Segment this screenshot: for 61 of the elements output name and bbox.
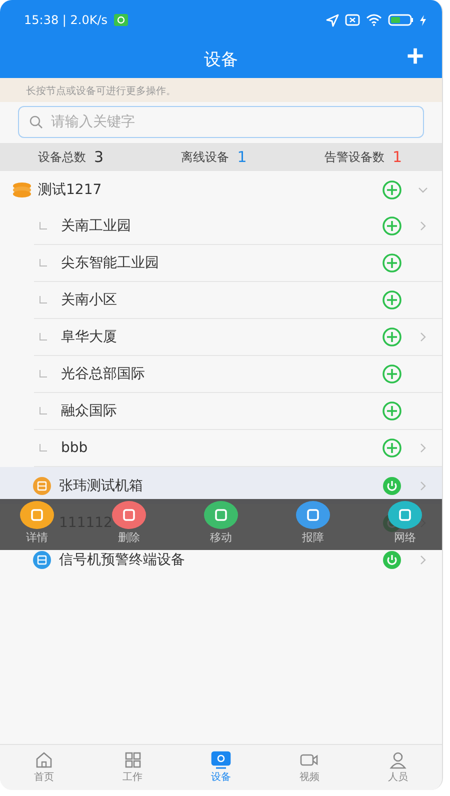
search-input[interactable]: 请输入关键字 (49, 113, 413, 131)
add-button[interactable]: + (402, 42, 428, 72)
tree-item[interactable]: 融众国际 (34, 393, 442, 430)
tree-item[interactable]: 尖东智能工业园 (34, 245, 442, 282)
group-name: 测试1217 (38, 180, 102, 198)
add-circle-icon[interactable] (382, 401, 402, 421)
tree-item[interactable]: 阜华大厦 (34, 319, 442, 356)
search-field[interactable]: 请输入关键字 (18, 106, 424, 138)
area-name: 融众国际 (61, 402, 117, 420)
sim-icon (345, 14, 360, 26)
stat-value: 3 (94, 148, 104, 166)
monitor-icon (210, 751, 232, 769)
area-name: bbb (61, 440, 88, 456)
chevron-right-icon (418, 480, 428, 490)
page-title: 设备 (204, 48, 238, 70)
device-name: 信号机预警终端设备 (59, 550, 185, 568)
device-name: 张玮测试机箱 (59, 476, 143, 494)
branch-icon (39, 259, 47, 267)
tree-item[interactable]: 光谷总部国际 (34, 356, 442, 393)
branch-icon (39, 444, 47, 452)
search-icon (29, 115, 43, 129)
layers-icon (12, 182, 32, 198)
power-icon[interactable] (382, 550, 402, 570)
tab[interactable]: 工作 (88, 745, 177, 790)
tree-item[interactable]: 关南小区 (34, 282, 442, 319)
stat-value: 1 (392, 148, 402, 166)
add-circle-icon[interactable] (382, 253, 402, 273)
stat-label: 离线设备 (181, 148, 230, 166)
add-circle-icon[interactable] (382, 364, 402, 384)
add-circle-icon[interactable] (382, 180, 402, 200)
location-icon (326, 14, 339, 26)
tab[interactable]: 设备 (176, 745, 266, 790)
add-circle-icon[interactable] (382, 438, 402, 458)
branch-icon (39, 333, 47, 341)
stat-label: 告警设备数 (324, 148, 384, 166)
area-name: 关南工业园 (61, 217, 131, 235)
hint-text: 长按节点或设备可进行更多操作。 (0, 78, 442, 102)
area-name: 阜华大厦 (61, 328, 117, 346)
area-name: 关南小区 (61, 291, 117, 309)
battery-icon (388, 14, 414, 26)
tree-group-row[interactable]: 测试1217 (0, 171, 442, 208)
area-name: 光谷总部国际 (61, 365, 145, 383)
branch-icon (39, 370, 47, 378)
branch-icon (39, 296, 47, 304)
wifi-icon (366, 14, 382, 26)
status-time: 15:38 | 2.0K/s (24, 13, 108, 27)
chat-icon (114, 14, 128, 26)
tab[interactable]: 首页 (0, 745, 88, 790)
add-circle-icon[interactable] (382, 327, 402, 347)
stat-value: 1 (237, 148, 247, 166)
tree-item[interactable]: 关南工业园 (34, 208, 442, 245)
add-circle-icon[interactable] (382, 216, 402, 236)
chevron-right-icon (418, 554, 428, 564)
charging-icon (420, 14, 426, 26)
tab[interactable]: 视频 (265, 745, 354, 790)
branch-icon (39, 407, 47, 415)
stat-label: 设备总数 (38, 148, 86, 166)
branch-icon (39, 222, 47, 230)
area-name: 尖东智能工业园 (61, 254, 159, 272)
tab[interactable]: 人员 (354, 745, 442, 790)
add-circle-icon[interactable] (382, 290, 402, 310)
